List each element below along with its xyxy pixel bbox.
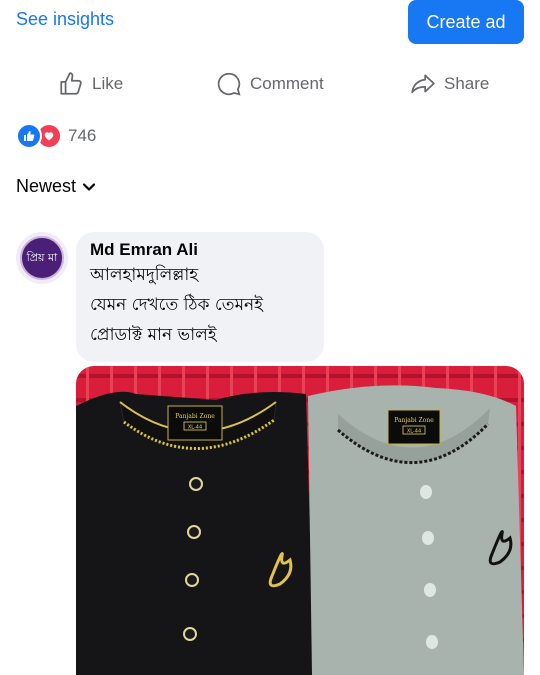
comment-text-line: যেমন দেখতে ঠিক তেমনই bbox=[90, 295, 263, 315]
share-arrow-icon bbox=[411, 74, 435, 93]
thumbs-up-icon bbox=[60, 72, 82, 95]
reactions-summary[interactable]: 746 bbox=[16, 123, 97, 149]
comment-text-line: আলহামদুলিল্লাহ bbox=[90, 265, 199, 285]
avatar-logo: প্রিয় মা bbox=[20, 236, 64, 280]
comment-button[interactable]: Comment bbox=[216, 64, 324, 104]
comment-author[interactable]: Md Emran Ali bbox=[90, 240, 310, 260]
comment-bubble: Md Emran Ali আলহামদুলিল্লাহ যেমন দেখতে ঠ… bbox=[76, 232, 324, 362]
avatar[interactable]: প্রিয় মা bbox=[16, 232, 68, 284]
top-bar: See insights Create ad bbox=[0, 0, 540, 48]
left-size-text: XL-44 bbox=[188, 425, 202, 431]
share-label: Share bbox=[444, 74, 490, 93]
like-button[interactable]: Like bbox=[58, 64, 123, 104]
right-label-text: Panjabi Zone bbox=[394, 417, 434, 424]
comment-bubble-icon bbox=[217, 72, 241, 96]
chevron-down-icon bbox=[82, 182, 96, 191]
comment-text-line: প্রোডাক্ট মান ভালই bbox=[90, 325, 217, 345]
left-label-text: Panjabi Zone bbox=[175, 413, 215, 420]
panjabi-photo-illustration: Panjabi Zone XL-44 Panjabi Zone XL-44 bbox=[76, 366, 524, 675]
comment-label: Comment bbox=[250, 74, 324, 93]
sort-label: Newest bbox=[16, 176, 77, 196]
right-size-text: XL-44 bbox=[407, 429, 421, 435]
share-button[interactable]: Share bbox=[410, 64, 489, 104]
see-insights-link[interactable]: See insights bbox=[16, 9, 114, 30]
like-label: Like bbox=[92, 74, 124, 93]
comment-photo[interactable]: Panjabi Zone XL-44 Panjabi Zone XL-44 bbox=[76, 366, 524, 675]
post-actions-bar: Like Comment Share bbox=[0, 64, 540, 104]
reaction-count: 746 bbox=[68, 126, 97, 145]
comment-sort-dropdown[interactable]: Newest bbox=[16, 176, 96, 197]
create-ad-button[interactable]: Create ad bbox=[408, 0, 524, 44]
like-reaction-icon bbox=[16, 123, 42, 149]
